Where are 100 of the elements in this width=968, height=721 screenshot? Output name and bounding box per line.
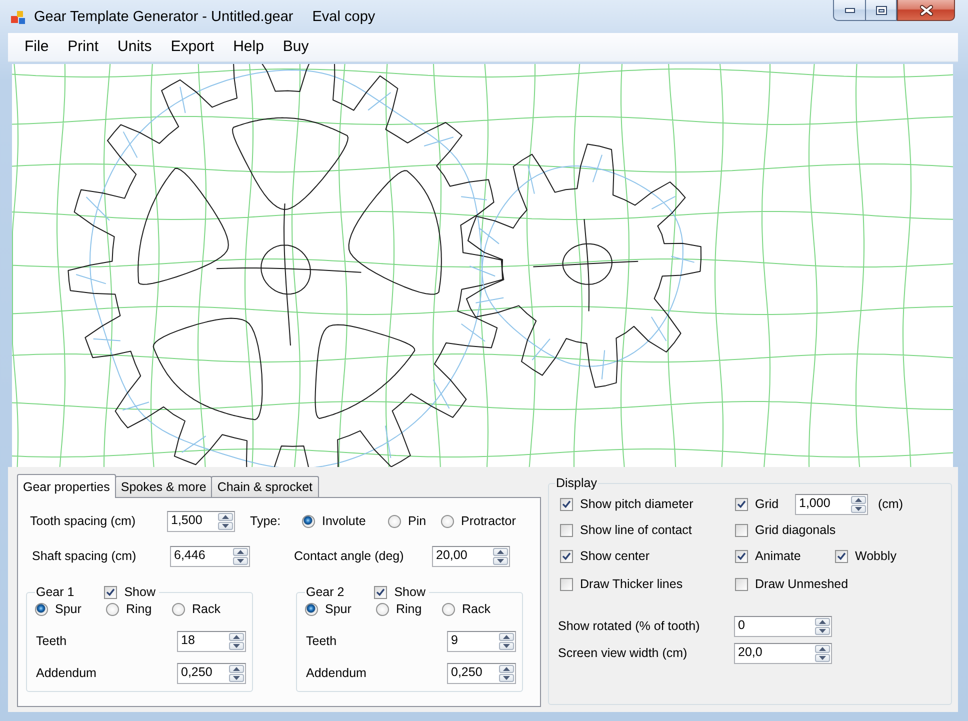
shaft-spacing-label: Shaft spacing (cm) xyxy=(32,549,138,563)
app-icon xyxy=(10,8,26,24)
minimize-button[interactable] xyxy=(833,0,865,21)
gear-type-radio[interactable] xyxy=(305,602,318,616)
view-width-label: Screen view width (cm) xyxy=(558,646,688,660)
show-gear-checkbox[interactable] xyxy=(104,586,118,598)
addendum-field[interactable]: 0,250 xyxy=(447,662,516,684)
edition-label: Eval copy xyxy=(312,8,376,24)
thicker-lines-checkbox[interactable] xyxy=(560,578,573,590)
caret-down-icon xyxy=(503,676,510,680)
wobbly-checkbox[interactable] xyxy=(835,550,848,562)
caret-down-icon xyxy=(222,524,229,528)
gear-type-radio[interactable] xyxy=(376,602,389,616)
contact-angle-field[interactable]: 20,00 xyxy=(432,546,510,566)
spin-down-button[interactable] xyxy=(218,522,233,530)
view-width-field[interactable]: 20,0 xyxy=(734,642,832,664)
checkmark-icon xyxy=(737,552,746,560)
teeth-field[interactable]: 9 xyxy=(447,630,516,652)
checkmark-icon xyxy=(562,552,571,560)
gear-type-radio[interactable] xyxy=(442,602,455,616)
checkmark-icon xyxy=(376,588,386,596)
close-button[interactable] xyxy=(897,0,955,21)
menu-item[interactable]: Buy xyxy=(273,35,318,59)
gear-type-radio[interactable] xyxy=(172,602,185,616)
spin-up-button[interactable] xyxy=(499,664,514,672)
spin-down-button[interactable] xyxy=(499,674,514,682)
spin-down-button[interactable] xyxy=(851,504,866,512)
tab[interactable]: Gear properties xyxy=(17,474,116,498)
tab[interactable]: Chain & sprocket xyxy=(211,476,319,497)
rotation-field[interactable]: 0 xyxy=(734,616,832,636)
rotation-label: Show rotated (% of tooth) xyxy=(558,619,701,633)
wobbly-label: Wobbly xyxy=(855,549,896,563)
menu-item[interactable]: Export xyxy=(161,35,224,59)
tooth-spacing-label: Tooth spacing (cm) xyxy=(30,514,137,528)
caret-down-icon xyxy=(855,506,862,510)
maximize-icon xyxy=(876,6,886,14)
animate-label: Animate xyxy=(755,549,801,563)
gear-type-label: Spur xyxy=(55,602,82,616)
animate-checkbox[interactable] xyxy=(735,550,748,562)
spin-up-button[interactable] xyxy=(229,664,244,672)
display-group-title: Display xyxy=(555,476,598,490)
spin-up-button[interactable] xyxy=(815,644,830,652)
pitch-diameter-label: Show pitch diameter xyxy=(580,497,694,511)
menu-item[interactable]: File xyxy=(15,35,58,59)
show-gear-checkbox[interactable] xyxy=(374,586,388,598)
tooth-spacing-field[interactable]: 1,500 xyxy=(167,510,235,532)
grid-spacing-field[interactable]: 1,000 xyxy=(795,494,868,514)
gear-group-title: Gear 2 xyxy=(305,585,346,599)
shaft-spacing-field[interactable]: 6,446 xyxy=(170,546,250,566)
spin-up-button[interactable] xyxy=(233,548,248,556)
type-heading: Type: xyxy=(250,514,282,528)
gear-type-label: Rack xyxy=(462,602,490,616)
center-checkbox[interactable] xyxy=(560,550,573,562)
tooth-type-label: Protractor xyxy=(461,514,516,528)
caret-down-icon xyxy=(503,644,510,648)
spin-up-button[interactable] xyxy=(499,632,514,640)
spin-down-button[interactable] xyxy=(493,556,508,564)
tooth-type-radio[interactable] xyxy=(441,514,454,528)
tooth-type-label: Involute xyxy=(322,514,366,528)
spin-up-button[interactable] xyxy=(493,548,508,556)
pitch-diameter-checkbox[interactable] xyxy=(560,498,573,510)
teeth-label: Teeth xyxy=(306,634,338,648)
gear-type-label: Rack xyxy=(192,602,220,616)
line-of-contact-label: Show line of contact xyxy=(580,523,692,537)
tooth-type-radio[interactable] xyxy=(388,514,401,528)
caret-down-icon xyxy=(233,644,240,648)
gear-group-title: Gear 1 xyxy=(35,585,76,599)
spin-down-button[interactable] xyxy=(499,642,514,650)
gear-type-label: Spur xyxy=(325,602,352,616)
menu-item[interactable]: Print xyxy=(58,35,108,59)
spin-down-button[interactable] xyxy=(815,654,830,662)
caret-up-icon xyxy=(497,550,504,554)
tab[interactable]: Spokes & more xyxy=(114,476,212,497)
grid-checkbox[interactable] xyxy=(735,498,748,510)
spin-down-button[interactable] xyxy=(233,556,248,564)
tooth-type-radio[interactable] xyxy=(302,514,315,528)
spin-up-button[interactable] xyxy=(229,632,244,640)
contact-angle-label: Contact angle (deg) xyxy=(294,549,405,563)
line-of-contact-checkbox[interactable] xyxy=(560,524,573,536)
unmeshed-checkbox[interactable] xyxy=(735,578,748,590)
spin-down-button[interactable] xyxy=(229,674,244,682)
gear-type-radio[interactable] xyxy=(35,602,48,616)
grid-diagonals-label: Grid diagonals xyxy=(755,523,836,537)
teeth-field[interactable]: 18 xyxy=(177,630,246,652)
addendum-field[interactable]: 0,250 xyxy=(177,662,246,684)
teeth-label: Teeth xyxy=(36,634,68,648)
gear-type-radio[interactable] xyxy=(106,602,119,616)
grid-label: Grid xyxy=(755,497,779,511)
window-title: Gear Template Generator - Untitled.gear xyxy=(34,8,294,24)
menu-item[interactable]: Help xyxy=(224,35,274,59)
maximize-button[interactable] xyxy=(865,0,897,21)
spin-up-button[interactable] xyxy=(815,618,830,626)
caret-up-icon xyxy=(819,646,826,650)
menu-item[interactable]: Units xyxy=(108,35,162,59)
caret-up-icon xyxy=(233,666,240,670)
grid-diagonals-checkbox[interactable] xyxy=(735,524,748,536)
spin-down-button[interactable] xyxy=(229,642,244,650)
spin-down-button[interactable] xyxy=(815,626,830,634)
spin-up-button[interactable] xyxy=(218,512,233,520)
spin-up-button[interactable] xyxy=(851,496,866,504)
